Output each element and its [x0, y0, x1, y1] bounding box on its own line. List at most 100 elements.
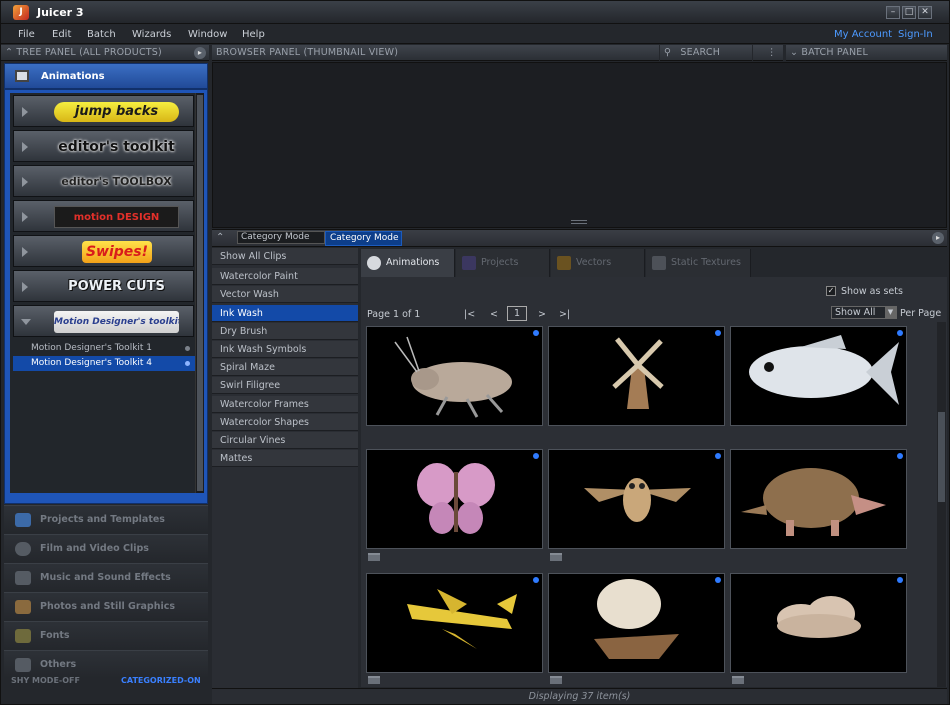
status-dot-icon [533, 577, 539, 583]
list-item[interactable]: Spiral Maze [212, 359, 358, 376]
product-editors-toolkit[interactable]: editor's toolkit [13, 130, 194, 162]
tab-projects[interactable]: Projects [456, 249, 550, 277]
expand-arrow-icon[interactable] [22, 247, 28, 257]
tree-panel-header: ⌃ TREE PANEL (ALL PRODUCTS) ▸ [1, 45, 209, 61]
list-item[interactable]: Watercolor Frames [212, 396, 358, 413]
thumbnail-airship[interactable] [548, 573, 725, 673]
film-strip-icon [15, 70, 29, 82]
menu-batch[interactable]: Batch [87, 29, 116, 40]
product-jump-backs[interactable]: jump backs [13, 95, 194, 127]
first-page-button[interactable]: |< [464, 309, 475, 320]
thumbnail-owl[interactable] [548, 449, 725, 549]
mode-bar-arrow-icon[interactable]: ▸ [932, 232, 944, 244]
collapse-arrow-icon[interactable] [21, 319, 31, 325]
thumbnail-fish[interactable] [730, 326, 907, 426]
category-film-video[interactable]: Film and Video Clips [4, 534, 208, 562]
mode-dropdown[interactable]: Category Mode [237, 231, 325, 244]
illustrator-icon [557, 256, 571, 270]
menu-wizards[interactable]: Wizards [132, 29, 171, 40]
category-projects-templates[interactable]: Projects and Templates [4, 505, 208, 533]
tab-animations[interactable]: Animations [361, 249, 455, 277]
product-editors-toolbox[interactable]: editor's TOOLBOX [13, 165, 194, 197]
collapse-up-icon[interactable]: ⌃ [5, 47, 13, 58]
batch-panel-header[interactable]: ⌄ BATCH PANEL [786, 45, 947, 61]
category-others[interactable]: Others [4, 650, 208, 678]
product-motion-designers-toolkit[interactable]: Motion Designer's toolkit [13, 305, 194, 337]
thumbnail-windmill[interactable] [548, 326, 725, 426]
category-music-sound[interactable]: Music and Sound Effects [4, 563, 208, 591]
list-item[interactable]: Vector Wash [212, 286, 358, 303]
airship-image [594, 579, 679, 659]
list-item[interactable]: Watercolor Paint [212, 268, 358, 285]
thumbnail-scrollbar[interactable] [937, 322, 946, 687]
product-power-cuts[interactable]: POWER CUTS [13, 270, 194, 302]
search-options-button[interactable]: ⋮ [753, 45, 783, 61]
thumbnail-scroll-thumb[interactable] [938, 412, 945, 502]
menu-help[interactable]: Help [242, 29, 265, 40]
minimize-button[interactable]: – [886, 6, 900, 19]
list-item[interactable]: Circular Vines [212, 432, 358, 449]
collapse-up-icon[interactable]: ⌃ [216, 232, 224, 243]
folder-icon[interactable] [368, 676, 380, 684]
thumbnail-cloud[interactable] [730, 573, 907, 673]
tree-scrollbar[interactable] [195, 93, 204, 493]
prev-page-button[interactable]: < [490, 309, 498, 320]
folder-icon[interactable] [368, 553, 380, 561]
folder-icon[interactable] [732, 676, 744, 684]
expand-arrow-icon[interactable] [22, 177, 28, 187]
list-item[interactable]: Mattes [212, 450, 358, 467]
title-bar: J Juicer 3 – □ ✕ [1, 1, 949, 24]
expand-arrow-icon[interactable] [22, 212, 28, 222]
browser-panel-header: BROWSER PANEL (THUMBNAIL VIEW) [212, 45, 659, 61]
last-page-button[interactable]: >| [559, 309, 570, 320]
tree-selected-category[interactable]: Animations [4, 63, 208, 89]
folder-icon[interactable] [550, 676, 562, 684]
cloud-image [777, 596, 861, 638]
next-page-button[interactable]: > [538, 309, 546, 320]
tab-vectors[interactable]: Vectors [551, 249, 645, 277]
menu-file[interactable]: File [18, 29, 35, 40]
expand-arrow-icon[interactable] [22, 107, 28, 117]
product-motion-design-elements[interactable]: motion DESIGN ELEMENTS [13, 200, 194, 245]
resize-grip-icon[interactable] [571, 220, 587, 224]
subitem-indicator-icon [185, 361, 190, 366]
tree-scroll-thumb[interactable] [197, 95, 203, 491]
list-item[interactable]: Swirl Filigree [212, 377, 358, 394]
my-account-link[interactable]: My Account [834, 29, 892, 40]
search-tab[interactable]: ⚲ SEARCH [660, 45, 752, 61]
category-photos-stills[interactable]: Photos and Still Graphics [4, 592, 208, 620]
list-item[interactable]: Show All Clips [212, 248, 358, 265]
menu-window[interactable]: Window [188, 29, 227, 40]
airplane-image [407, 589, 517, 649]
list-item[interactable]: Ink Wash Symbols [212, 341, 358, 358]
category-fonts[interactable]: Fonts [4, 621, 208, 649]
thumbnail-armadillo[interactable] [730, 449, 907, 549]
expand-arrow-icon[interactable] [22, 142, 28, 152]
product-swipes[interactable]: Swipes! [13, 235, 194, 267]
list-item[interactable]: Dry Brush [212, 323, 358, 340]
per-page-select[interactable]: Show All ▼ [831, 306, 897, 319]
list-item-selected[interactable]: Ink Wash [212, 305, 358, 322]
tree-panel-arrow-icon[interactable]: ▸ [194, 47, 206, 59]
list-item[interactable]: Watercolor Shapes [212, 414, 358, 431]
expand-down-icon: ⌄ [790, 47, 799, 58]
maximize-button[interactable]: □ [902, 6, 916, 19]
shy-mode-toggle[interactable]: SHY MODE-OFF [11, 676, 80, 685]
categorized-mode-toggle[interactable]: CATEGORIZED-ON [121, 676, 201, 685]
sign-in-link[interactable]: Sign-In [898, 29, 933, 40]
editors-toolbox-logo: editor's TOOLBOX [61, 175, 172, 188]
page-number-field[interactable]: 1 [507, 306, 527, 321]
search-icon: ⚲ [664, 47, 672, 58]
menu-edit[interactable]: Edit [52, 29, 71, 40]
thumbnail-insect[interactable] [366, 326, 543, 426]
tree-subitem-selected[interactable]: Motion Designer's Toolkit 4 [13, 356, 195, 371]
show-as-sets-checkbox[interactable]: ✓ [826, 286, 836, 296]
expand-arrow-icon[interactable] [22, 282, 28, 292]
thumbnail-airplane[interactable] [366, 573, 543, 673]
close-button[interactable]: ✕ [918, 6, 932, 19]
tab-static-textures[interactable]: Static Textures [646, 249, 751, 277]
folder-icon[interactable] [550, 553, 562, 561]
tree-subitem[interactable]: Motion Designer's Toolkit 1 [13, 341, 195, 356]
status-dot-icon [715, 453, 721, 459]
thumbnail-butterfly[interactable] [366, 449, 543, 549]
